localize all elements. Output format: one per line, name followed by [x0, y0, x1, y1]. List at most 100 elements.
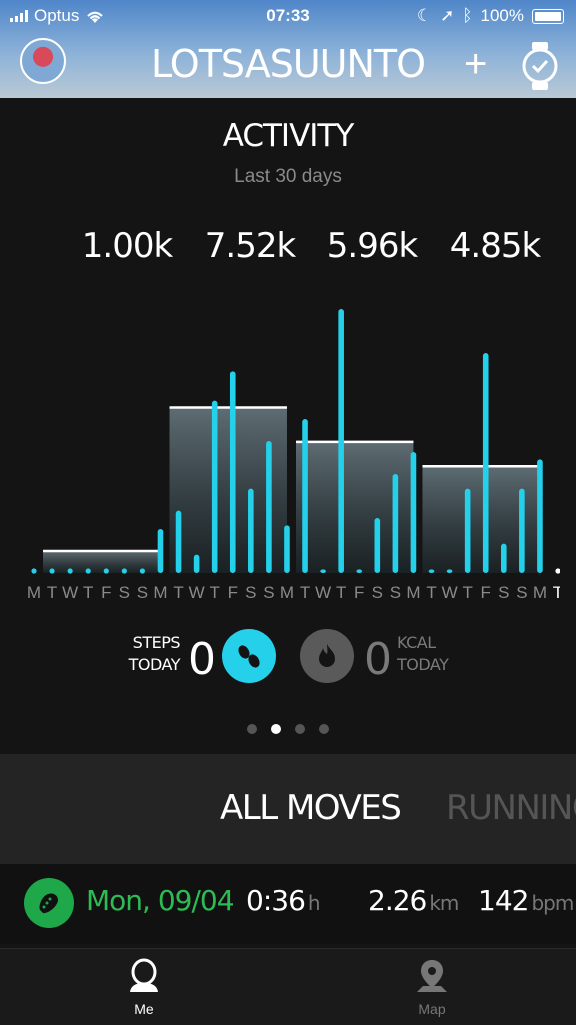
app-header: Optus 07:33 ☾ ➚ ᛒ 100% LOTSASUUNTO +: [0, 0, 576, 98]
activity-bar: [157, 529, 164, 573]
day-tick-label: T: [462, 583, 472, 602]
week-total-4: 4.85k: [449, 226, 541, 266]
week-total-1: 1.00k: [81, 226, 173, 266]
activity-bar: [121, 568, 127, 574]
day-tick-label: T: [300, 583, 310, 602]
move-duration-value: 0:36: [246, 884, 306, 917]
move-distance-unit: km: [429, 891, 459, 915]
day-tick-label: W: [62, 583, 78, 602]
page-dot-active[interactable]: [271, 724, 281, 734]
activity-bar: [248, 488, 254, 573]
activity-bar: [229, 371, 236, 573]
day-tick-label: S: [390, 583, 401, 602]
day-tick-label: T: [83, 583, 93, 602]
page-indicator[interactable]: [0, 724, 576, 734]
page-dot[interactable]: [319, 724, 329, 734]
activity-bar: [555, 568, 560, 574]
moon-icon: ☾: [416, 6, 433, 25]
activity-bar: [482, 353, 489, 573]
activity-bar: [537, 459, 543, 573]
tab-all-moves[interactable]: ALL MOVES: [220, 788, 402, 828]
bottom-nav: [0, 948, 576, 1025]
activity-bar: [49, 568, 55, 574]
steps-today-label: STEPS TODAY: [128, 632, 181, 676]
nav-me[interactable]: Me: [104, 958, 184, 1017]
activity-bar: [85, 568, 91, 574]
shoe-glyph: [39, 893, 58, 914]
activity-bar: [356, 569, 363, 573]
move-hr-unit: bpm: [531, 891, 574, 915]
day-tick-label: W: [315, 583, 331, 602]
battery-icon: [532, 8, 564, 24]
footsteps-icon[interactable]: [222, 629, 276, 683]
move-distance: 2.26 km: [368, 884, 459, 917]
activity-bar: [175, 510, 182, 573]
day-tick-label: T: [47, 583, 57, 602]
move-duration-unit: h: [307, 891, 321, 915]
day-tick-label: T: [553, 583, 560, 602]
activity-bar: [464, 488, 471, 573]
battery-percent: 100%: [480, 6, 524, 25]
day-tick-label: F: [101, 583, 111, 602]
day-tick-label: F: [354, 583, 364, 602]
week-total-2: 7.52k: [204, 226, 296, 266]
location-icon: ➚: [440, 6, 455, 25]
map-pin-icon: [417, 960, 447, 992]
nav-me-label: Me: [134, 1001, 154, 1017]
activity-title: ACTIVITY: [222, 118, 355, 154]
day-tick-label: T: [209, 583, 219, 602]
activity-bar: [410, 452, 417, 573]
day-tick-label: F: [481, 583, 491, 602]
day-tick-label: W: [189, 583, 205, 602]
activity-bar: [211, 400, 218, 573]
page-dot[interactable]: [295, 724, 305, 734]
page-dot[interactable]: [247, 724, 257, 734]
footsteps-glyph: [238, 645, 260, 668]
day-tick-label: F: [228, 583, 238, 602]
activity-chart: MTWTFSSMTWTFSSMTWTFSSMTWTFSSMT: [27, 309, 560, 602]
move-heart-rate: 142 bpm: [478, 884, 574, 917]
activity-bar: [302, 419, 308, 573]
nav-map[interactable]: Map: [392, 958, 472, 1017]
activity-bar: [103, 568, 109, 574]
day-tick-label: W: [442, 583, 458, 602]
activity-bar: [500, 543, 507, 573]
activity-subtitle: Last 30 days: [234, 166, 342, 187]
day-tick-label: S: [263, 583, 274, 602]
activity-bar: [284, 525, 290, 573]
flame-icon[interactable]: [300, 629, 354, 683]
day-tick-label: S: [372, 583, 383, 602]
watch-check-icon[interactable]: [522, 40, 558, 92]
activity-bar: [374, 518, 381, 573]
activity-bar: [428, 569, 435, 573]
activity-bar: [266, 441, 272, 573]
activity-bar: [139, 568, 146, 574]
tab-running[interactable]: RUNNING: [446, 788, 576, 828]
day-tick-label: S: [119, 583, 130, 602]
day-tick-label: M: [280, 583, 294, 602]
nav-map-label: Map: [418, 1001, 446, 1017]
plus-icon[interactable]: +: [464, 44, 487, 84]
bluetooth-icon: ᛒ: [462, 6, 473, 25]
day-tick-label: T: [426, 583, 436, 602]
status-right: ☾ ➚ ᛒ 100%: [417, 6, 564, 26]
activity-bar: [67, 568, 73, 574]
kcal-today-label: KCAL TODAY: [397, 632, 449, 676]
flame-glyph: [319, 644, 335, 667]
person-icon: [130, 958, 158, 992]
kcal-today-value: 0: [364, 634, 392, 685]
activity-bar: [338, 309, 344, 573]
day-tick-label: M: [533, 583, 547, 602]
steps-label-line2: TODAY: [128, 655, 181, 674]
move-duration: 0:36 h: [246, 884, 321, 917]
day-tick-label: S: [516, 583, 527, 602]
day-tick-label: M: [153, 583, 167, 602]
activity-bar: [193, 554, 200, 573]
steps-label-line1: STEPS: [132, 633, 181, 652]
day-tick-label: S: [137, 583, 148, 602]
move-date: Mon, 09/04: [86, 884, 235, 917]
day-tick-label: T: [173, 583, 183, 602]
activity-bar: [519, 488, 525, 573]
day-tick-label: T: [336, 583, 346, 602]
activity-bar: [320, 569, 326, 573]
